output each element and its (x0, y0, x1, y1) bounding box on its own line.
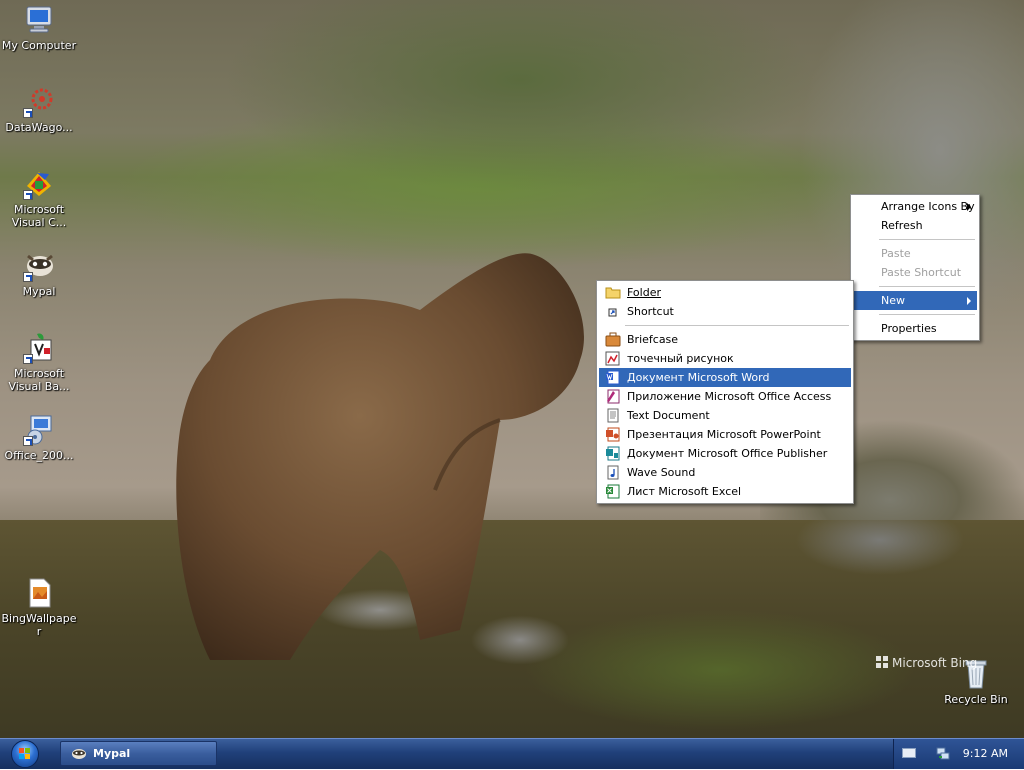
keyboard-icon[interactable] (902, 748, 916, 758)
menu-item-new[interactable]: New (853, 291, 977, 310)
new-item-excel-sheet[interactable]: Лист Microsoft Excel (599, 482, 851, 501)
visual-c-icon (23, 168, 55, 200)
desktop-icon-label: BingWallpaper (1, 612, 77, 638)
mypal-icon (23, 250, 55, 282)
menu-item-label: Лист Microsoft Excel (627, 485, 742, 498)
excel-icon (605, 484, 621, 499)
desktop-icon-label: DataWago... (5, 121, 73, 134)
menu-item-label: Документ Microsoft Word (627, 371, 770, 384)
shortcut-arrow-icon (23, 436, 33, 446)
new-item-text-document[interactable]: Text Document (599, 406, 851, 425)
system-tray: 9:12 AM (893, 739, 1024, 769)
desktop-icon-label: Microsoft Visual C... (11, 203, 67, 229)
new-item-powerpoint-presentation[interactable]: Презентация Microsoft PowerPoint (599, 425, 851, 444)
windows-logo-icon (11, 740, 39, 768)
menu-item-label: Wave Sound (627, 466, 696, 479)
menu-item-label: Properties (881, 322, 937, 335)
new-item-publisher-document[interactable]: Документ Microsoft Office Publisher (599, 444, 851, 463)
shortcut-arrow-icon (23, 108, 33, 118)
new-item-folder[interactable]: Folder (599, 283, 851, 302)
menu-item-label: точечный рисунок (627, 352, 734, 365)
mypal-icon (71, 746, 87, 762)
menu-separator (879, 314, 975, 315)
folder-icon (605, 285, 621, 300)
desktop-icon-bing-wallpaper[interactable]: BingWallpaper (1, 577, 77, 638)
new-item-shortcut[interactable]: Shortcut (599, 302, 851, 321)
menu-separator (879, 239, 975, 240)
shortcut-arrow-icon (23, 354, 33, 364)
word-icon (605, 370, 621, 385)
new-submenu[interactable]: Folder Shortcut Briefcase точечный рисун… (596, 280, 854, 504)
new-item-word-document[interactable]: Документ Microsoft Word (599, 368, 851, 387)
desktop-icon-visual-basic[interactable]: Microsoft Visual Ba... (1, 332, 77, 393)
taskbar: Mypal 9:12 AM (0, 738, 1024, 769)
desktop-icon-label: Recycle Bin (944, 693, 1008, 706)
office-setup-icon (23, 414, 55, 446)
menu-item-label: Paste Shortcut (881, 266, 962, 279)
menu-item-refresh[interactable]: Refresh (853, 216, 977, 235)
taskbar-button-label: Mypal (93, 747, 131, 760)
bing-logo-icon (876, 656, 888, 668)
new-item-bitmap[interactable]: точечный рисунок (599, 349, 851, 368)
desktop-icon-label: Microsoft Visual Ba... (8, 367, 70, 393)
menu-item-paste-shortcut: Paste Shortcut (853, 263, 977, 282)
powerpoint-icon (605, 427, 621, 442)
desktop-icon-mypal[interactable]: Mypal (1, 250, 77, 298)
menu-item-label: Shortcut (627, 305, 674, 318)
bitmap-icon (605, 351, 621, 366)
desktop-icon-label: Office_200... (4, 449, 74, 462)
shortcut-arrow-icon (23, 272, 33, 282)
datawagon-icon (23, 86, 55, 118)
desktop-icon-label: Mypal (22, 285, 56, 298)
bing-watermark: Microsoft Bing (876, 656, 977, 670)
menu-item-label: Презентация Microsoft PowerPoint (627, 428, 821, 441)
new-item-wave-sound[interactable]: Wave Sound (599, 463, 851, 482)
menu-item-label: Briefcase (627, 333, 679, 346)
visual-basic-icon (23, 332, 55, 364)
menu-item-label: Folder (627, 286, 661, 299)
publisher-icon (605, 446, 621, 461)
desktop-icon-datawagon[interactable]: DataWago... (1, 86, 77, 134)
menu-item-properties[interactable]: Properties (853, 319, 977, 338)
menu-item-label: Paste (881, 247, 911, 260)
desktop-icon-visual-c[interactable]: Microsoft Visual C... (1, 168, 77, 229)
briefcase-icon (605, 332, 621, 347)
menu-item-label: Arrange Icons By (881, 200, 975, 213)
watermark-text: Microsoft Bing (892, 656, 978, 670)
menu-separator (879, 286, 975, 287)
taskbar-button-mypal[interactable]: Mypal (60, 741, 217, 766)
desktop-icon-my-computer[interactable]: My Computer (1, 4, 77, 52)
clock[interactable]: 9:12 AM (963, 747, 1008, 760)
menu-item-label: Документ Microsoft Office Publisher (627, 447, 828, 460)
start-button[interactable] (2, 740, 50, 768)
desktop-icon-office-setup[interactable]: Office_200... (1, 414, 77, 462)
menu-item-label: Text Document (627, 409, 710, 422)
text-document-icon (605, 408, 621, 423)
menu-separator (625, 325, 849, 326)
bing-wallpaper-icon (23, 577, 55, 609)
shortcut-icon (605, 304, 621, 319)
menu-item-arrange-icons-by[interactable]: Arrange Icons By (853, 197, 977, 216)
access-icon (605, 389, 621, 404)
wave-sound-icon (605, 465, 621, 480)
menu-item-paste: Paste (853, 244, 977, 263)
desktop-context-menu[interactable]: Arrange Icons By Refresh Paste Paste Sho… (850, 194, 980, 341)
desktop[interactable]: My Computer DataWago... Microsoft Visual… (0, 0, 1024, 738)
shortcut-arrow-icon (23, 190, 33, 200)
wallpaper-bear (176, 253, 584, 660)
new-item-access-database[interactable]: Приложение Microsoft Office Access (599, 387, 851, 406)
desktop-icon-label: My Computer (1, 39, 77, 52)
menu-item-label: Приложение Microsoft Office Access (627, 390, 832, 403)
menu-item-label: Refresh (881, 219, 923, 232)
menu-item-label: New (881, 294, 905, 307)
network-icon[interactable] (936, 746, 950, 760)
new-item-briefcase[interactable]: Briefcase (599, 330, 851, 349)
computer-icon (23, 4, 55, 36)
